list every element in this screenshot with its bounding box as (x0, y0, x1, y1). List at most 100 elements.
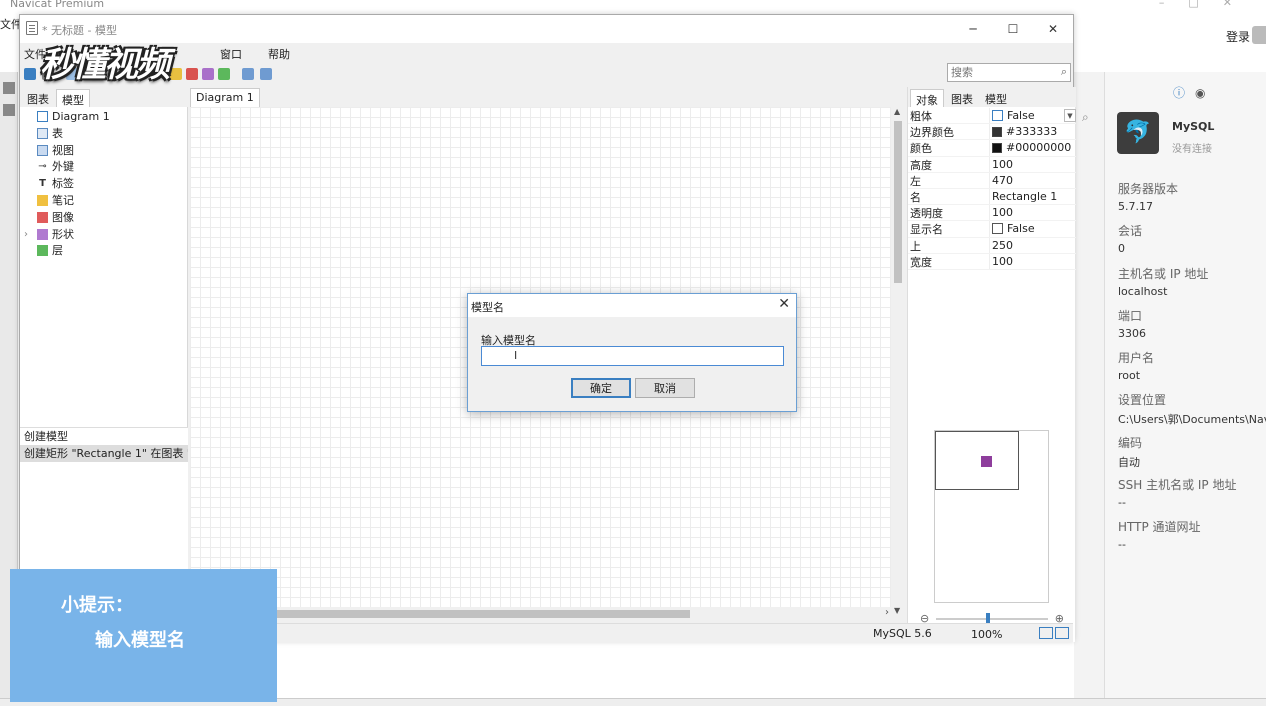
tree-item-shape[interactable]: › 形状 (20, 227, 188, 244)
scroll-down-icon[interactable]: ▼ (894, 606, 900, 615)
model-menubar: 文件 图表 窗口 帮助 (20, 43, 1073, 63)
close-button[interactable]: ✕ (1033, 15, 1073, 43)
tree-item-diagram[interactable]: Diagram 1 (20, 109, 188, 126)
prop-row-border-color[interactable]: 边界颜色 #333333 (908, 124, 1076, 141)
info-item: 服务器版本 5.7.17 (1118, 180, 1266, 222)
info-label: 会话 (1118, 224, 1143, 239)
ok-button[interactable]: 确定 (571, 378, 631, 398)
tree-label: 表 (52, 126, 63, 140)
panel-left-icon[interactable] (1039, 627, 1053, 639)
horizontal-scrollbar[interactable]: › (190, 607, 891, 621)
tree-item-image[interactable]: 图像 (20, 210, 188, 227)
prop-row-left[interactable]: 左 470 (908, 172, 1076, 189)
prop-value[interactable]: 250 (990, 238, 1076, 253)
color-swatch[interactable] (992, 126, 1002, 137)
menu-window[interactable]: 窗口 (220, 46, 242, 62)
scroll-thumb[interactable] (894, 121, 902, 283)
prop-row-name[interactable]: 名 Rectangle 1 (908, 188, 1076, 206)
tree-label: 外键 (52, 160, 74, 174)
model-name-input[interactable] (481, 346, 784, 366)
search-input[interactable] (948, 64, 1052, 81)
tree-item-layer[interactable]: 层 (20, 243, 188, 260)
checkbox[interactable] (992, 110, 1003, 122)
login-button[interactable]: 登录 (1226, 28, 1250, 45)
tree-item-label[interactable]: T 标签 (20, 176, 188, 193)
prop-value[interactable]: Rectangle 1 (990, 189, 1076, 204)
tab-model-props[interactable]: 模型 (980, 89, 1012, 107)
scroll-right-icon[interactable]: › (885, 607, 889, 618)
shape-icon (37, 228, 48, 240)
prop-key: 宽度 (908, 253, 990, 269)
dialog-titlebar: 模型名 ✕ (468, 294, 796, 317)
tab-model[interactable]: 模型 (56, 89, 90, 107)
zoom-track[interactable] (936, 618, 1048, 620)
user-avatar-icon[interactable] (1252, 26, 1266, 44)
save-icon[interactable] (24, 68, 36, 80)
toolbar-icon[interactable] (3, 104, 15, 116)
prop-row-color[interactable]: 颜色 #00000000 (908, 140, 1076, 157)
prop-value[interactable]: 100 (990, 157, 1076, 172)
tree-item-foreign-key[interactable]: ⊸ 外键 (20, 159, 188, 176)
layer-icon (37, 245, 48, 257)
info-item: 主机名或 IP 地址 localhost (1118, 265, 1266, 307)
prop-row-top[interactable]: 上 250 (908, 237, 1076, 254)
prop-row-width[interactable]: 宽度 100 (908, 253, 1076, 270)
model-window-titlebar: * 无标题 - 模型 ─ ☐ ✕ (20, 15, 1073, 43)
shape-tool-icon[interactable] (202, 68, 214, 80)
tree-item-note[interactable]: 笔记 (20, 193, 188, 210)
cancel-button[interactable]: 取消 (635, 378, 695, 398)
app-window-controls[interactable]: –□✕ (1159, 0, 1256, 9)
note-tool-icon[interactable] (170, 68, 182, 80)
prop-value: #00000000 (1006, 141, 1072, 155)
panel-right-icon[interactable] (1055, 627, 1069, 639)
vertical-scrollbar[interactable]: ▲ ▼ (891, 107, 905, 615)
overview-viewport[interactable] (935, 431, 1019, 490)
scroll-up-icon[interactable]: ▲ (894, 107, 900, 116)
preview-icon[interactable]: ◉ (1195, 86, 1205, 100)
diagram-overview[interactable] (934, 430, 1049, 603)
tab-object[interactable]: 对象 (910, 89, 944, 107)
expand-arrow-icon[interactable]: › (24, 227, 28, 243)
tree-item-view[interactable]: 视图 (20, 143, 188, 160)
prop-row-opacity[interactable]: 透明度 100 (908, 205, 1076, 222)
prop-row-bold[interactable]: 粗体 False ▼ (908, 108, 1076, 125)
info-label: 主机名或 IP 地址 (1118, 266, 1209, 281)
dropdown-arrow-icon[interactable]: ▼ (1064, 109, 1076, 123)
history-item[interactable]: 创建模型 (20, 428, 188, 445)
search-icon[interactable]: ⌕ (1061, 65, 1067, 79)
tree-item-table[interactable]: 表 (20, 126, 188, 143)
document-icon (26, 21, 38, 35)
checkbox[interactable] (992, 223, 1003, 235)
tab-diagram[interactable]: 图表 (22, 89, 54, 107)
prop-key: 高度 (908, 156, 990, 172)
info-value: -- (1118, 538, 1126, 552)
status-db-type: MySQL 5.6 (873, 627, 932, 640)
history-item[interactable]: 创建矩形 "Rectangle 1" 在图表 "Di (20, 445, 188, 462)
info-icon[interactable]: ⓘ (1173, 86, 1185, 100)
info-value: 3306 (1118, 326, 1146, 340)
layer-tool-icon[interactable] (218, 68, 230, 80)
toolbar-icon[interactable] (3, 82, 15, 94)
maximize-button[interactable]: ☐ (993, 15, 1033, 43)
info-label: 用户名 (1118, 351, 1155, 366)
search-icon[interactable]: ⌕ (1082, 110, 1089, 125)
minimize-button[interactable]: ─ (953, 15, 993, 43)
prop-row-height[interactable]: 高度 100 (908, 156, 1076, 173)
prop-value[interactable]: 100 (990, 254, 1076, 269)
tab-diagram-1[interactable]: Diagram 1 (190, 88, 260, 107)
dialog-close-icon[interactable]: ✕ (778, 296, 790, 312)
image-tool-icon[interactable] (186, 68, 198, 80)
prop-value[interactable]: 470 (990, 173, 1076, 188)
prop-key: 粗体 (908, 108, 990, 124)
prop-value[interactable]: 100 (990, 205, 1076, 220)
prop-key: 透明度 (908, 205, 990, 221)
prop-row-show-name[interactable]: 显示名 False (908, 221, 1076, 238)
color-swatch[interactable] (992, 142, 1002, 153)
align-left-icon[interactable] (242, 68, 254, 80)
scroll-thumb[interactable] (250, 610, 690, 618)
object-pane-strip: ⌕ (1074, 72, 1104, 698)
menu-help[interactable]: 帮助 (268, 46, 290, 62)
align-right-icon[interactable] (260, 68, 272, 80)
tab-diagram-props[interactable]: 图表 (946, 89, 978, 107)
app-titlebar: Navicat Premium –□✕ (0, 0, 1266, 12)
